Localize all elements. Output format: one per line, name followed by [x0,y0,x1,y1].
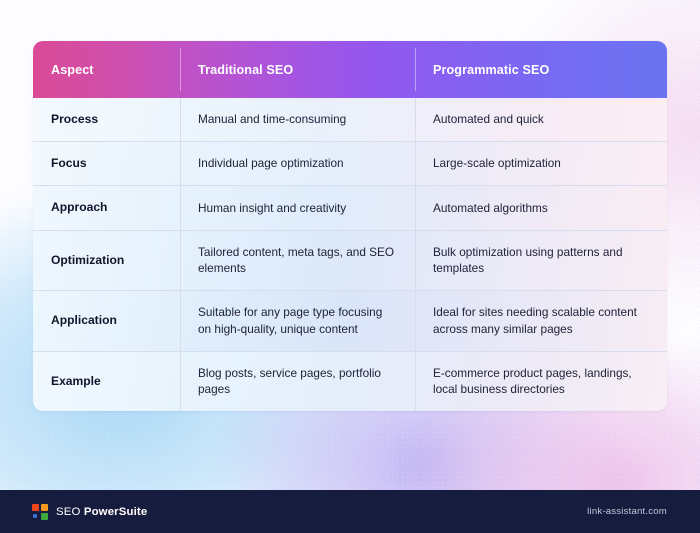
row-aspect-label: Process [51,112,99,126]
row-aspect-label: Optimization [51,252,125,267]
logo-square-bottom-right [41,512,48,520]
row-programmatic-text: E-commerce product pages, landings, loca… [433,365,632,397]
row-aspect-cell: Process [33,98,180,141]
row-traditional-text: Manual and time-consuming [198,112,347,127]
brand-logo[interactable]: SEO PowerSuite [32,503,147,520]
brand-name: SEO PowerSuite [56,506,147,518]
row-aspect-cell: Approach [33,186,180,229]
row-programmatic-text: Ideal for sites needing scalable content… [433,305,637,336]
table-header-programmatic: Programmatic SEO [415,41,667,98]
brand-prefix: SEO [56,505,84,518]
footer-bar: SEO PowerSuite link-assistant.com [0,490,700,533]
row-aspect-cell: Focus [33,142,180,185]
row-programmatic-text: Automated algorithms [433,200,548,215]
logo-square-bottom-left [33,513,37,518]
comparison-table: Aspect Traditional SEO Programmatic SEO … [33,41,667,412]
row-programmatic-cell: Automated and quick [415,98,667,142]
row-aspect-label: Approach [51,200,108,215]
logo-square-top-left [32,503,39,511]
row-traditional-cell: Individual page optimization [180,142,415,186]
table-row: Process Manual and time-consuming Automa… [33,98,667,143]
table-row: Approach Human insight and creativity Au… [33,186,667,231]
table-header-programmatic-label: Programmatic SEO [433,62,550,77]
row-traditional-text: Blog posts, service pages, portfolio pag… [198,365,381,397]
row-programmatic-cell: Automated algorithms [415,186,667,230]
logo-square-top-right [41,503,48,511]
row-traditional-cell: Tailored content, meta tags, and SEO ele… [180,230,415,291]
row-programmatic-cell: Large-scale optimization [415,142,667,186]
row-programmatic-text: Large-scale optimization [433,156,561,171]
row-programmatic-cell: E-commerce product pages, landings, loca… [415,351,667,412]
row-aspect-cell: Optimization [33,231,180,291]
row-programmatic-cell: Ideal for sites needing scalable content… [415,291,667,351]
footer-website-url[interactable]: link-assistant.com [587,506,667,517]
row-programmatic-text: Bulk optimization using patterns and tem… [433,244,623,276]
row-traditional-cell: Blog posts, service pages, portfolio pag… [180,351,415,412]
row-aspect-label: Example [51,373,101,388]
table-header-aspect: Aspect [33,41,180,98]
row-aspect-label: Application [51,313,117,328]
infographic-page: Aspect Traditional SEO Programmatic SEO … [0,0,700,533]
seo-powersuite-squares-icon [32,503,48,520]
table-row: Optimization Tailored content, meta tags… [33,230,667,292]
table-header-aspect-label: Aspect [51,62,94,77]
row-traditional-cell: Manual and time-consuming [180,98,415,142]
table-header-traditional-label: Traditional SEO [198,62,294,77]
row-traditional-text: Suitable for any page type focusing on h… [198,305,383,336]
table-row: Focus Individual page optimization Large… [33,142,667,187]
table-row: Application Suitable for any page type f… [33,291,667,352]
row-aspect-cell: Example [33,352,180,412]
row-programmatic-cell: Bulk optimization using patterns and tem… [415,230,667,291]
row-traditional-text: Individual page optimization [198,156,344,171]
table-header-row: Aspect Traditional SEO Programmatic SEO [33,41,667,98]
brand-suffix: PowerSuite [83,505,148,518]
row-traditional-text: Human insight and creativity [198,200,347,215]
table-row: Example Blog posts, service pages, portf… [33,351,667,412]
row-aspect-cell: Application [33,291,180,351]
row-programmatic-text: Automated and quick [433,112,544,127]
row-traditional-text: Tailored content, meta tags, and SEO ele… [198,244,395,276]
table-header-traditional: Traditional SEO [180,41,415,98]
row-traditional-cell: Human insight and creativity [180,186,415,230]
row-aspect-label: Focus [51,156,87,171]
row-traditional-cell: Suitable for any page type focusing on h… [180,291,415,351]
